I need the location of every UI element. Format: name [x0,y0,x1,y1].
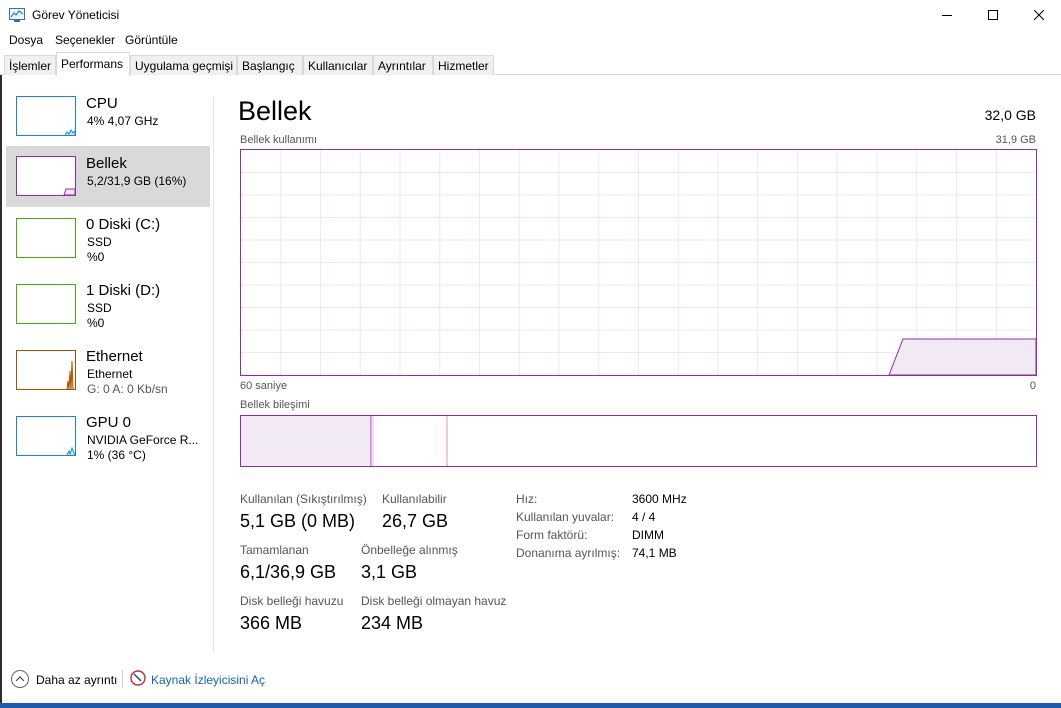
close-icon [1034,10,1044,20]
footer: Daha az ayrıntı Kaynak İzleyicisini Aç [0,662,1061,700]
in-use-label: Kullanılan (Sıkıştırılmış) [240,492,367,506]
maximize-button[interactable] [970,0,1016,30]
composition-in-use [241,416,371,466]
minimize-button[interactable] [924,0,970,30]
sidebar-ethernet-name: Ethernet [86,348,143,365]
less-details-button[interactable] [10,669,30,692]
speed-value: 3600 MHz [632,492,687,506]
chevron-up-icon [11,670,29,688]
page-title: Bellek [238,96,312,126]
tab-services[interactable]: Hizmetler [433,55,494,75]
form-factor-value: DIMM [632,528,664,542]
slots-value: 4 / 4 [632,510,656,524]
committed-value: 6,1/36,9 GB [240,562,337,582]
usage-chart-label: Bellek kullanımı [240,134,318,146]
paged-pool-label: Disk belleği havuzu [240,594,344,608]
sidebar-gpu-usage: 1% (36 °C) [87,448,146,462]
memory-usage-graph [241,150,1036,375]
sidebar-gpu-model: NVIDIA GeForce R... [87,433,199,447]
in-use-value: 5,1 GB (0 MB) [240,511,356,531]
tab-performance[interactable]: Performans [56,52,130,76]
cpu-thumbnail [16,96,76,136]
sidebar-item-disk-d[interactable]: 1 Diski (D:) SSD %0 [6,278,210,338]
menu-view[interactable]: Görüntüle [125,33,178,47]
tab-bar: İşlemler Performans Uygulama geçmişi Baş… [0,52,1061,76]
sidebar-disk-d-type: SSD [87,301,112,315]
chart-axis-start: 60 saniye [240,380,288,392]
disk-d-thumbnail [16,284,76,324]
sidebar-memory-usage: 5,2/31,9 GB (16%) [87,174,187,188]
window-title: Görev Yöneticisi [32,8,120,22]
footer-divider [122,670,123,688]
memory-usage-chart [240,149,1037,376]
menu-file[interactable]: Dosya [9,33,43,47]
performance-sidebar: CPU 4% 4,07 GHz Bellek 5,2/31,9 GB (16%)… [4,82,214,652]
menu-bar: Dosya Seçenekler Görüntüle [0,30,1061,50]
tab-startup[interactable]: Başlangıç [237,55,303,75]
menu-options[interactable]: Seçenekler [55,33,115,47]
composition-modified [371,416,372,466]
disk-c-thumbnail [16,218,76,258]
sidebar-item-cpu[interactable]: CPU 4% 4,07 GHz [6,82,210,142]
sidebar-cpu-name: CPU [86,95,118,112]
sidebar-item-memory[interactable]: Bellek 5,2/31,9 GB (16%) [6,146,210,207]
sidebar-gpu-name: GPU 0 [86,414,132,431]
open-resource-monitor-link[interactable]: Kaynak İzleyicisini Aç [151,673,265,687]
memory-composition-bar [240,415,1037,467]
hardware-reserved-value: 74,1 MB [632,546,677,560]
paged-pool-value: 366 MB [240,613,303,633]
tab-details[interactable]: Ayrıntılar [373,55,433,75]
memory-thumbnail [16,156,76,196]
cached-value: 3,1 GB [361,562,418,582]
committed-label: Tamamlanan [240,543,309,557]
maximize-icon [988,10,998,20]
sidebar-item-ethernet[interactable]: Ethernet Ethernet G: 0 A: 0 Kb/sn [6,344,210,404]
speed-key: Hız: [516,492,538,506]
sidebar-ethernet-adapter: Ethernet [87,367,133,381]
ethernet-thumbnail [16,350,76,390]
cached-label: Önbelleğe alınmış [361,543,458,557]
sidebar-cpu-usage: 4% 4,07 GHz [87,114,159,128]
memory-total: 32,0 GB [984,107,1036,123]
background-edge [0,75,2,705]
composition-label: Bellek bileşimi [240,399,310,411]
tab-app-history[interactable]: Uygulama geçmişi [130,55,237,75]
hardware-reserved-key: Donanıma ayrılmış: [516,546,621,560]
sidebar-divider [213,97,214,652]
sidebar-disk-c-name: 0 Diski (C:) [86,216,161,233]
chart-axis-end: 0 [1029,380,1036,392]
sidebar-disk-d-usage: %0 [87,316,105,330]
taskbar-edge [0,703,1061,708]
form-factor-key: Form faktörü: [516,528,588,542]
resource-monitor-icon [130,670,146,689]
memory-composition-graph [241,416,448,466]
tab-processes[interactable]: İşlemler [4,55,56,75]
gpu-thumbnail [16,416,76,456]
sidebar-disk-c-usage: %0 [87,250,105,264]
sidebar-ethernet-throughput: G: 0 A: 0 Kb/sn [87,382,168,396]
sidebar-memory-name: Bellek [86,155,127,172]
memory-usage-area [888,338,1036,375]
close-button[interactable] [1016,0,1061,30]
sidebar-disk-d-name: 1 Diski (D:) [86,282,161,299]
less-details-link[interactable]: Daha az ayrıntı [36,673,117,687]
nonpaged-pool-value: 234 MB [361,613,424,633]
available-label: Kullanılabilir [382,492,447,506]
usage-chart-max: 31,9 GB [995,134,1036,146]
nonpaged-pool-label: Disk belleği olmayan havuz [361,594,507,608]
sidebar-item-gpu[interactable]: GPU 0 NVIDIA GeForce R... 1% (36 °C) [6,410,210,470]
tab-users[interactable]: Kullanıcılar [303,55,373,75]
minimize-icon [942,15,952,16]
sidebar-item-disk-c[interactable]: 0 Diski (C:) SSD %0 [6,212,210,272]
title-bar: Görev Yöneticisi [0,0,1061,30]
available-value: 26,7 GB [382,511,449,531]
slots-key: Kullanılan yuvalar: [516,510,615,524]
sidebar-disk-c-type: SSD [87,235,112,249]
task-manager-icon [9,8,25,22]
